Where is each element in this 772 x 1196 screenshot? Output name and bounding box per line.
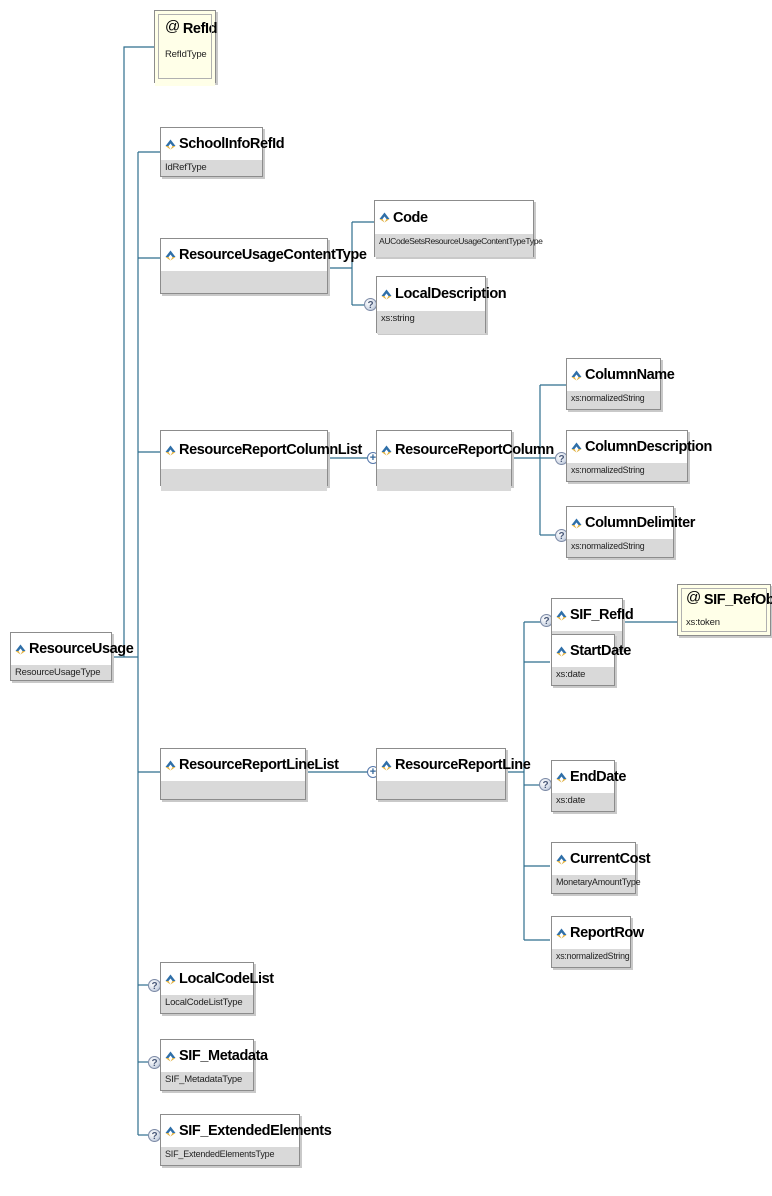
element-icon: [381, 760, 392, 770]
element-icon: [165, 760, 176, 770]
node-columndelimiter[interactable]: ColumnDelimiter xs:normalizedString: [566, 506, 695, 558]
node-resourcereportcolumnlist[interactable]: ResourceReportColumnList: [160, 430, 362, 491]
node-type: RefIdType: [155, 47, 215, 86]
element-icon: [165, 445, 176, 455]
node-title: SIF_Metadata: [179, 1048, 268, 1064]
node-enddate[interactable]: EndDate xs:date: [551, 760, 626, 812]
node-startdate[interactable]: StartDate xs:date: [551, 634, 631, 686]
node-title: SchoolInfoRefId: [179, 136, 285, 152]
element-icon: [556, 854, 567, 864]
node-schoolinforefid[interactable]: SchoolInfoRefId IdRefType: [160, 127, 285, 177]
node-title: ResourceUsage: [29, 641, 134, 657]
node-title: RefId: [182, 21, 218, 37]
node-type: xs:normalizedString: [567, 539, 673, 557]
node-resourcereportline[interactable]: ResourceReportLine: [376, 748, 531, 800]
attribute-icon: @: [686, 588, 701, 606]
node-columndescription[interactable]: ColumnDescription xs:normalizedString: [566, 430, 712, 482]
node-type: xs:string: [377, 311, 485, 334]
node-refid[interactable]: @ RefId RefIdType: [154, 10, 218, 86]
element-icon: [165, 1051, 176, 1061]
node-sif-extendedelements[interactable]: SIF_ExtendedElements SIF_ExtendedElement…: [160, 1114, 332, 1166]
element-icon: [165, 250, 176, 260]
node-type: xs:normalizedString: [567, 463, 687, 481]
node-resourcereportlinelist[interactable]: ResourceReportLineList: [160, 748, 339, 800]
node-type: [161, 781, 305, 799]
node-type: MonetaryAmountType: [552, 875, 641, 893]
node-type: ResourceUsageType: [11, 665, 111, 680]
element-icon: [556, 610, 567, 620]
element-icon: [556, 928, 567, 938]
element-icon: [381, 289, 392, 299]
node-type: [377, 781, 505, 799]
node-type: IdRefType: [161, 160, 262, 176]
node-type: xs:normalizedString: [552, 949, 630, 967]
node-title: Code: [393, 209, 428, 226]
node-type: [377, 469, 511, 491]
node-title: ResourceReportColumn: [395, 442, 554, 458]
node-title: SIF_ExtendedElements: [179, 1123, 332, 1139]
node-sif-metadata[interactable]: SIF_Metadata SIF_MetadataType: [160, 1039, 268, 1091]
node-type: [161, 271, 327, 293]
node-type: LocalCodeListType: [161, 995, 253, 1013]
element-icon: [571, 442, 582, 452]
element-icon: [556, 772, 567, 782]
element-icon: [165, 974, 176, 984]
element-icon: [165, 1126, 176, 1136]
node-title: ResourceReportColumnList: [179, 442, 362, 458]
node-type: xs:token: [678, 615, 770, 633]
node-title: ResourceUsageContentType: [179, 247, 367, 263]
node-type: SIF_ExtendedElementsType: [161, 1147, 299, 1165]
node-reportrow[interactable]: ReportRow xs:normalizedString: [551, 916, 644, 968]
node-resourceusagecontenttype[interactable]: ResourceUsageContentType: [160, 238, 367, 294]
element-icon: [571, 370, 582, 380]
node-localcodelist[interactable]: LocalCodeList LocalCodeListType: [160, 962, 274, 1014]
node-type: SIF_MetadataType: [161, 1072, 253, 1090]
element-icon: [571, 518, 582, 528]
element-icon: [15, 644, 26, 654]
element-icon: [381, 445, 392, 455]
node-title: ReportRow: [570, 925, 644, 941]
node-columnname[interactable]: ColumnName xs:normalizedString: [566, 358, 675, 410]
node-type: xs:date: [552, 667, 614, 685]
node-type: xs:normalizedString: [567, 391, 660, 409]
element-icon: [165, 139, 176, 149]
node-type: [161, 469, 327, 491]
node-title: ResourceReportLine: [395, 757, 531, 773]
node-type: xs:date: [552, 793, 614, 811]
element-icon: [379, 212, 390, 223]
node-title: LocalCodeList: [179, 971, 274, 987]
node-title: StartDate: [570, 643, 631, 659]
node-title: ResourceReportLineList: [179, 757, 339, 773]
node-localdescription[interactable]: LocalDescription xs:string: [376, 276, 507, 334]
node-currentcost[interactable]: CurrentCost MonetaryAmountType: [551, 842, 651, 894]
node-title: SIF_RefObject: [703, 592, 772, 608]
element-icon: [556, 646, 567, 656]
attribute-icon: @: [165, 17, 180, 35]
node-title: ColumnDelimiter: [585, 515, 696, 531]
node-type: AUCodeSetsResourceUsageContentTypeType: [375, 234, 543, 257]
node-sif-refobject[interactable]: @SIF_RefObject xs:token: [677, 584, 772, 636]
node-title: SIF_RefId: [570, 607, 634, 623]
node-title: EndDate: [570, 769, 627, 785]
node-title: CurrentCost: [570, 851, 651, 867]
node-resourcereportcolumn[interactable]: ResourceReportColumn: [376, 430, 554, 491]
connector-lines: [112, 46, 677, 1136]
node-code[interactable]: Code AUCodeSetsResourceUsageContentTypeT…: [374, 200, 543, 257]
node-resourceusage[interactable]: ResourceUsage ResourceUsageType: [10, 632, 134, 681]
node-title: ColumnName: [585, 367, 675, 383]
node-title: LocalDescription: [395, 286, 507, 302]
node-title: ColumnDescription: [585, 439, 712, 455]
